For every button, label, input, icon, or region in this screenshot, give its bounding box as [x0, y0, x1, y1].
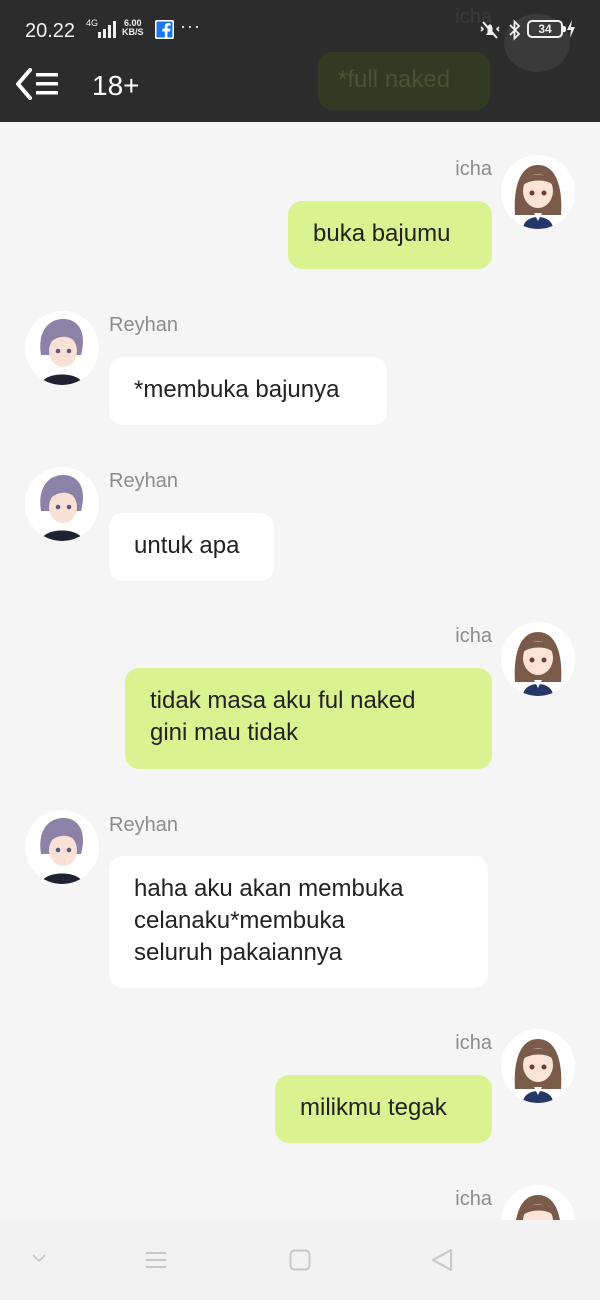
status-bar: 20.22 4G 6.00 KB/S ··· 34: [0, 0, 600, 58]
message-bubble[interactable]: buka bajumu: [288, 201, 492, 269]
message-bubble[interactable]: tidak masa aku ful naked gini mau tidak: [125, 668, 492, 769]
sender-name: icha: [455, 158, 492, 180]
message-bubble[interactable]: milikmu tegak: [275, 1075, 492, 1143]
charging-icon: [567, 20, 575, 38]
sender-name: icha: [455, 1032, 492, 1054]
message-line: haha aku akan membuka: [134, 875, 404, 902]
bluetooth-icon: [509, 19, 521, 41]
message-line: tidak masa aku ful naked: [150, 687, 416, 714]
network-type: 4G: [86, 18, 99, 28]
chat-area[interactable]: icha buka bajumu Reyhan *membuka bajunya…: [0, 122, 600, 1220]
app-header: icha *full naked 20.22 4G 6.00 KB/S ···: [0, 0, 600, 122]
battery-indicator: 34: [527, 20, 566, 38]
chat-title: 18+: [92, 70, 140, 101]
avatar-reyhan[interactable]: [25, 467, 99, 541]
mute-vibrate-icon: [480, 21, 500, 39]
message-bubble[interactable]: *membuka bajunya: [109, 357, 387, 425]
message-text: buka bajumu: [313, 220, 451, 247]
message-text: *membuka bajunya: [134, 376, 340, 403]
message-bubble[interactable]: haha aku akan membuka celanaku*membuka s…: [109, 856, 488, 988]
avatar-icha[interactable]: [501, 155, 575, 229]
back-triangle-icon[interactable]: [430, 1248, 454, 1272]
message-line: seluruh pakaiannya: [134, 939, 343, 966]
signal-icon: [98, 21, 116, 38]
facebook-icon: [155, 20, 174, 39]
avatar-reyhan[interactable]: [25, 311, 99, 385]
home-icon[interactable]: [289, 1249, 311, 1271]
avatar-icha[interactable]: [501, 622, 575, 696]
more-notifications: ···: [180, 16, 201, 36]
recents-icon[interactable]: [145, 1250, 167, 1270]
sender-name: Reyhan: [109, 314, 178, 336]
avatar-reyhan[interactable]: [25, 810, 99, 884]
sender-name: icha: [455, 1188, 492, 1210]
message-line: celanaku*membuka: [134, 907, 345, 934]
message-bubble[interactable]: untuk apa: [109, 513, 274, 581]
back-menu-icon[interactable]: [14, 66, 62, 102]
collapse-icon[interactable]: [30, 1252, 48, 1264]
sender-name: icha: [455, 625, 492, 647]
ghost-message-bubble: *full naked: [318, 52, 490, 110]
system-nav-bar: [0, 1220, 600, 1300]
message-text: untuk apa: [134, 532, 240, 559]
status-time: 20.22: [25, 20, 76, 42]
message-text: milikmu tegak: [300, 1094, 447, 1121]
sender-name: Reyhan: [109, 814, 178, 836]
avatar-icha[interactable]: [501, 1185, 575, 1220]
message-line: gini mau tidak: [150, 719, 299, 746]
data-speed: 6.00 KB/S: [122, 19, 144, 37]
avatar-icha[interactable]: [501, 1029, 575, 1103]
data-speed-unit: KB/S: [122, 27, 144, 37]
sender-name: Reyhan: [109, 470, 178, 492]
